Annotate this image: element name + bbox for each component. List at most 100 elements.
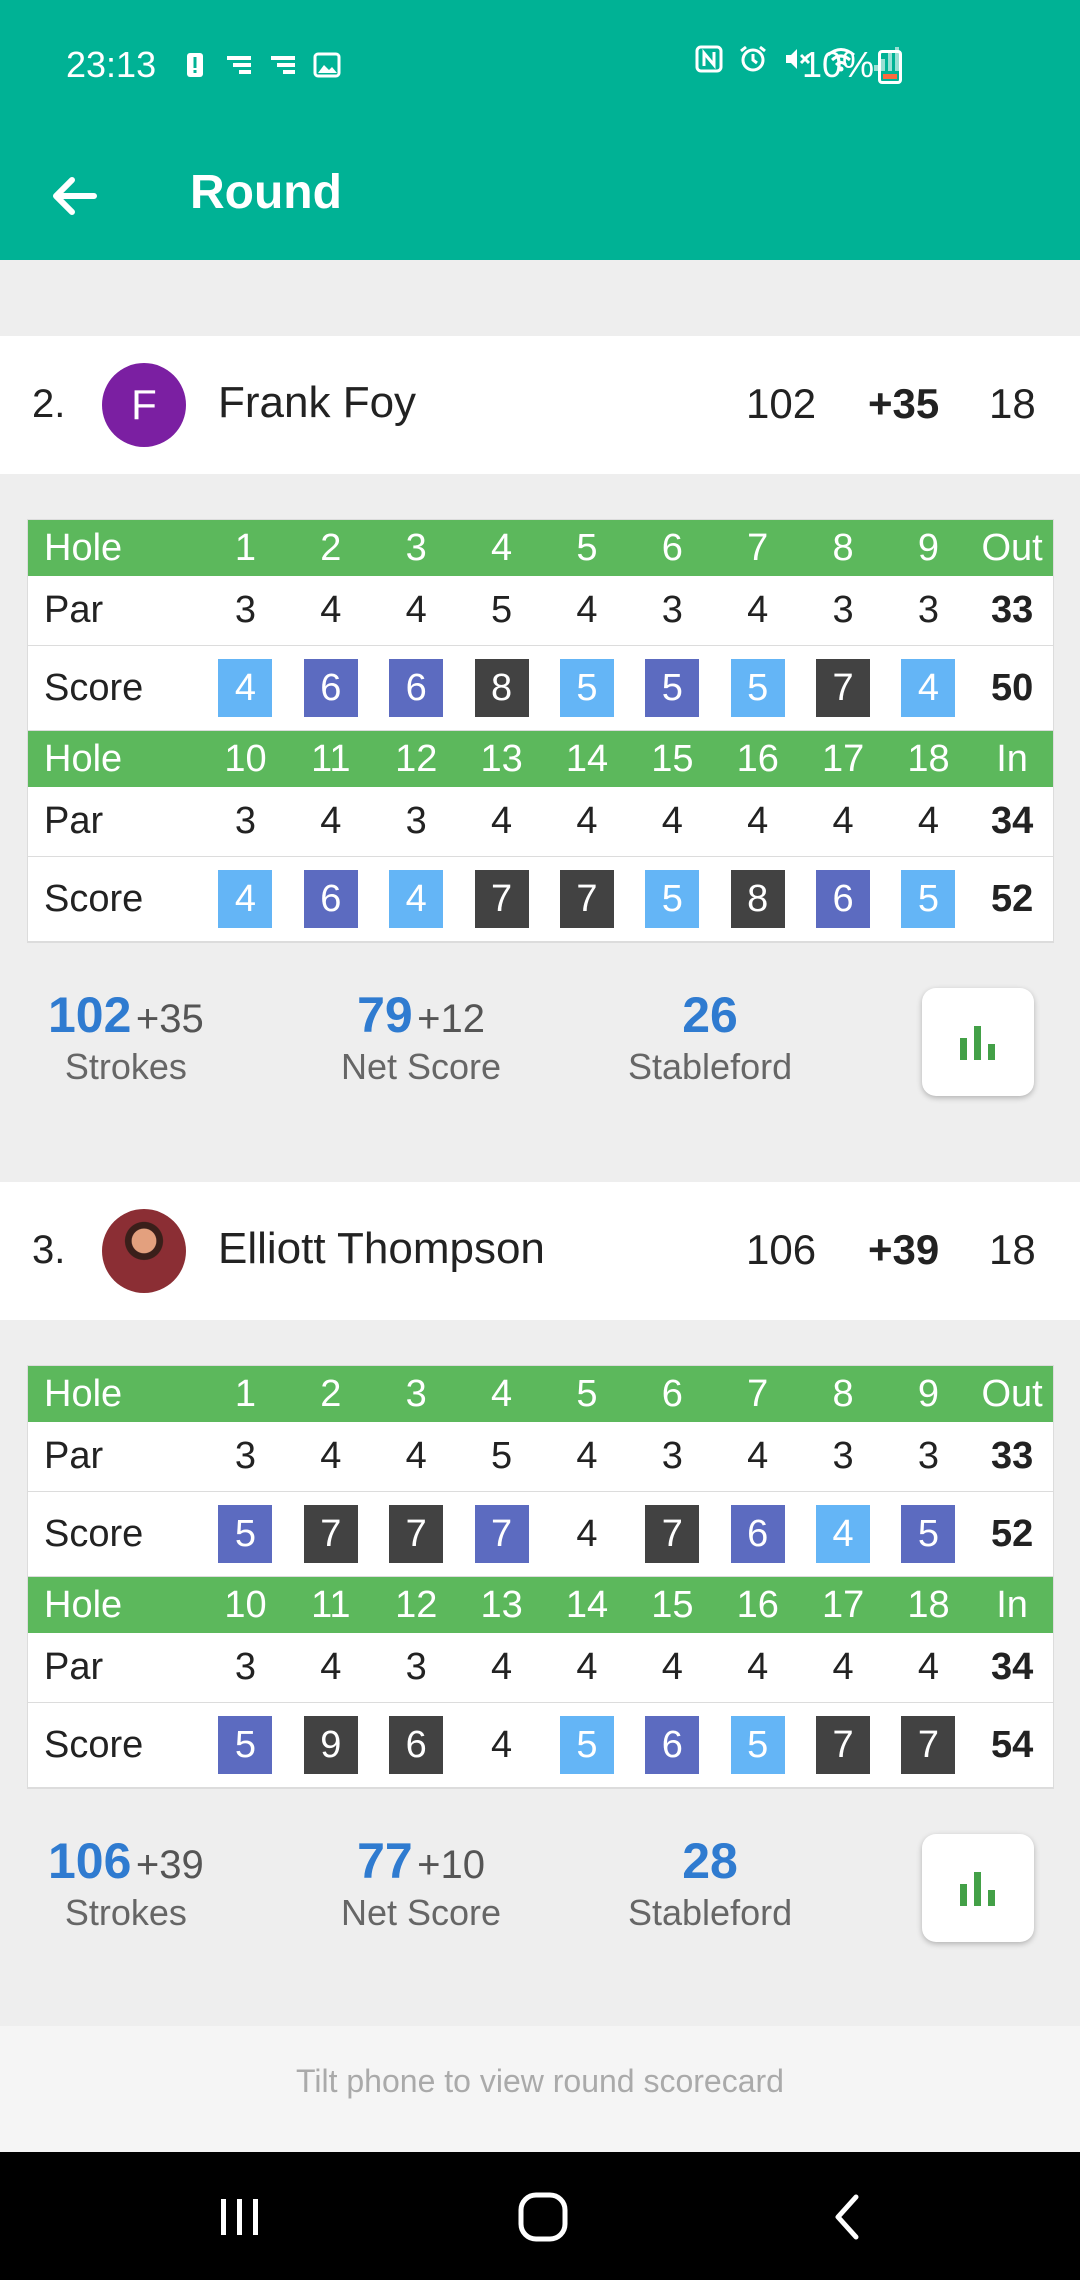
- stats-chart-button[interactable]: [922, 1834, 1034, 1942]
- par-cell: 4: [491, 800, 513, 842]
- player-header[interactable]: 2. F Frank Foy 102 +35 18: [0, 336, 1080, 474]
- par-cell: 4: [576, 800, 598, 842]
- score-value: 5: [218, 1505, 273, 1563]
- hole-cell: 16: [736, 737, 779, 780]
- score-value: 4: [389, 870, 444, 928]
- score-value: 7: [816, 659, 871, 717]
- hole-cell: 11: [311, 1583, 351, 1626]
- par-row-label: Par: [44, 1435, 104, 1477]
- system-back-button[interactable]: [806, 2182, 886, 2252]
- notification-icon: [227, 56, 251, 74]
- player-rank: 2.: [32, 382, 66, 426]
- score-value: 4: [218, 659, 273, 717]
- hole-cell: 2: [320, 526, 342, 569]
- par-cell: 4: [576, 1646, 598, 1688]
- score-value: 9: [303, 1716, 358, 1774]
- recents-button[interactable]: [200, 2182, 280, 2252]
- par-cell: 4: [320, 1646, 342, 1688]
- hole-cell: 10: [224, 737, 267, 780]
- scorecard-table: Hole 1 2 3 4 5 6 7 8 9 Out Par 3 4 4 5 4 3 4 3 3 33 Score 5 7 7 7 4…: [27, 1365, 1054, 1789]
- score-cell: 4: [459, 1716, 544, 1774]
- hole-cell: 15: [651, 737, 694, 780]
- score-value: 6: [730, 1505, 785, 1563]
- hole-cell: 17: [821, 1583, 865, 1626]
- score-cell: 8: [715, 870, 800, 928]
- hole-cell: 10: [224, 1583, 267, 1626]
- stableford-label: Stableford: [628, 1892, 793, 1933]
- score-row-label: Score: [44, 666, 144, 709]
- player-header[interactable]: 3. Elliott Thompson 106 +39 18: [0, 1182, 1080, 1320]
- hole-row-label: Hole: [44, 1372, 123, 1415]
- score-cell: 8: [459, 659, 544, 717]
- score-value: 5: [645, 870, 700, 928]
- par-cell: 5: [491, 1435, 513, 1477]
- hole-row: Hole 10 11 12 13 14 15 16 17 18 In: [28, 731, 1053, 787]
- par-cell: 4: [576, 1435, 598, 1477]
- alert-icon: [187, 53, 203, 77]
- hole-cell: 8: [832, 526, 854, 569]
- hole-cell: 11: [311, 737, 351, 780]
- score-cell: 4: [203, 659, 288, 717]
- hole-total: Out: [981, 526, 1043, 569]
- score-value: 7: [559, 870, 614, 928]
- strokes-label: Strokes: [64, 1892, 187, 1933]
- player-total-strokes: 102: [746, 380, 817, 427]
- par-cell: 4: [576, 589, 598, 631]
- score-cell: 4: [203, 870, 288, 928]
- stats-chart-button[interactable]: [922, 988, 1034, 1096]
- status-time: 23:13: [66, 44, 157, 85]
- score-value: 8: [474, 659, 529, 717]
- hole-row-label: Hole: [44, 526, 123, 569]
- par-cell: 3: [405, 1646, 427, 1688]
- player-rank: 3.: [32, 1228, 66, 1272]
- hole-cell: 6: [661, 1372, 683, 1415]
- score-cell: 5: [886, 870, 971, 928]
- hole-cell: 5: [576, 526, 598, 569]
- score-cell: 5: [715, 659, 800, 717]
- net-score-value: 79: [357, 987, 413, 1043]
- hole-cell: 1: [234, 1372, 257, 1415]
- hole-cell: 15: [651, 1583, 694, 1626]
- hole-cell: 3: [405, 526, 427, 569]
- score-cell: 5: [544, 659, 629, 717]
- par-cell: 4: [832, 800, 854, 842]
- hole-cell: 9: [917, 1372, 940, 1415]
- hole-cell: 16: [736, 1583, 779, 1626]
- player-holes-played: 18: [989, 380, 1036, 427]
- back-button[interactable]: [36, 158, 112, 234]
- score-cell: 7: [288, 1505, 373, 1563]
- battery-level: 10%: [802, 44, 875, 85]
- par-total: 33: [990, 1435, 1034, 1477]
- par-cell: 3: [405, 800, 427, 842]
- score-row: Score 5 9 6 4 5 6 5 7 7 54: [28, 1703, 1053, 1788]
- hole-row: Hole 1 2 3 4 5 6 7 8 9 Out: [28, 1366, 1053, 1422]
- hole-cell: 7: [747, 1372, 769, 1415]
- tilt-hint: Tilt phone to view round scorecard: [0, 2026, 1080, 2152]
- score-row-label: Score: [44, 1723, 144, 1766]
- hole-cell: 12: [395, 737, 438, 780]
- player-holes-played: 18: [989, 1226, 1036, 1273]
- score-value: 4: [576, 1512, 598, 1555]
- par-row: Par 3 4 3 4 4 4 4 4 4 34: [28, 787, 1053, 857]
- score-value: 5: [901, 1505, 956, 1563]
- status-notification-icons: [180, 50, 342, 80]
- strokes-label: Strokes: [64, 1046, 187, 1087]
- home-button[interactable]: [503, 2182, 583, 2252]
- par-cell: 4: [832, 1646, 854, 1688]
- score-cell: 7: [800, 659, 885, 717]
- net-score-stat: 77 +10 Net Score: [341, 1832, 501, 1934]
- strokes-value: 102: [48, 987, 132, 1043]
- par-cell: 4: [405, 589, 427, 631]
- score-cell: 7: [800, 1716, 885, 1774]
- score-value: 7: [645, 1505, 700, 1563]
- score-value: 7: [474, 870, 529, 928]
- par-row: Par 3 4 3 4 4 4 4 4 4 34: [28, 1633, 1053, 1703]
- par-cell: 4: [320, 800, 342, 842]
- status-bar: 23:13 10%: [0, 0, 1080, 130]
- score-value: 7: [816, 1716, 871, 1774]
- strokes-value: 106: [48, 1833, 132, 1889]
- player-over-par: +35: [868, 380, 940, 427]
- score-value: 4: [901, 659, 956, 717]
- back-chevron-icon: [835, 2194, 859, 2240]
- score-cell: 7: [459, 1505, 544, 1563]
